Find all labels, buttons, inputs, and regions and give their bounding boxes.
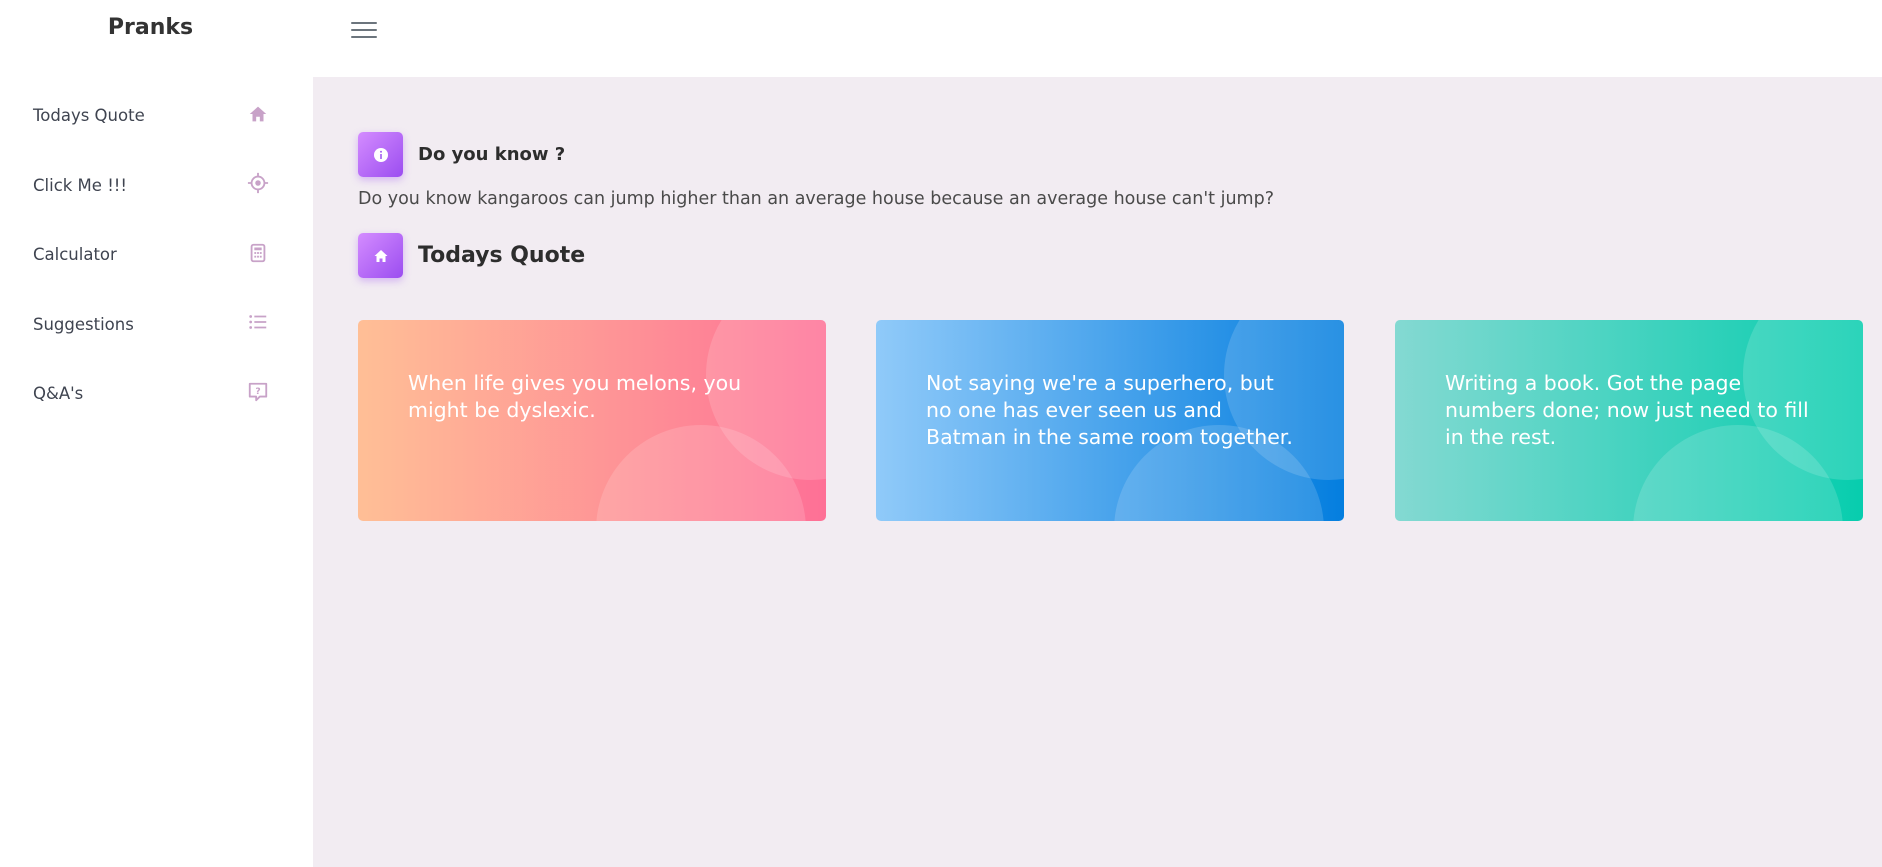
sidebar-item-label: Todays Quote (33, 106, 145, 126)
quote-text: When life gives you melons, you might be… (408, 371, 742, 422)
info-icon (373, 147, 388, 162)
home-icon (247, 103, 269, 129)
question-bubble-icon: ? (247, 381, 269, 407)
sidebar-item-label: Calculator (33, 245, 117, 265)
quote-cards: When life gives you melons, you might be… (358, 320, 1863, 521)
sidebar-item-todays-quote[interactable]: Todays Quote (0, 81, 313, 151)
home-badge (358, 233, 403, 278)
quote-text: Writing a book. Got the page numbers don… (1445, 371, 1809, 449)
home-icon (374, 249, 387, 262)
sidebar-item-qa[interactable]: Q&A's ? (0, 359, 313, 429)
sidebar-nav: Todays Quote Click Me !!! Calculator Sug… (0, 81, 313, 429)
quote-header: Todays Quote (358, 233, 1882, 278)
calculator-icon (247, 242, 269, 268)
quote-card: Writing a book. Got the page numbers don… (1395, 320, 1863, 521)
fact-header: Do you know ? (358, 132, 1882, 177)
sidebar-item-label: Q&A's (33, 384, 84, 404)
sidebar-item-click-me[interactable]: Click Me !!! (0, 151, 313, 221)
sidebar-item-calculator[interactable]: Calculator (0, 220, 313, 290)
quote-card: When life gives you melons, you might be… (358, 320, 826, 521)
sidebar-item-suggestions[interactable]: Suggestions (0, 290, 313, 360)
svg-text:?: ? (255, 386, 260, 397)
page-title: Todays Quote (418, 243, 586, 268)
crosshairs-icon (247, 172, 269, 198)
sidebar-item-label: Suggestions (33, 314, 134, 334)
brand-title[interactable]: Pranks (0, 0, 313, 60)
fact-title: Do you know ? (418, 144, 566, 165)
sidebar: Pranks Todays Quote Click Me !!! Calcula… (0, 0, 313, 867)
sidebar-item-label: Click Me !!! (33, 175, 128, 195)
main-content: Do you know ? Do you know kangaroos can … (358, 77, 1882, 521)
list-icon (247, 311, 269, 337)
top-navbar (313, 0, 1882, 77)
info-badge (358, 132, 403, 177)
menu-toggle-icon[interactable] (351, 22, 377, 42)
quote-text: Not saying we're a superhero, but no one… (926, 371, 1293, 449)
fact-text: Do you know kangaroos can jump higher th… (358, 189, 1274, 209)
quote-card: Not saying we're a superhero, but no one… (876, 320, 1344, 521)
